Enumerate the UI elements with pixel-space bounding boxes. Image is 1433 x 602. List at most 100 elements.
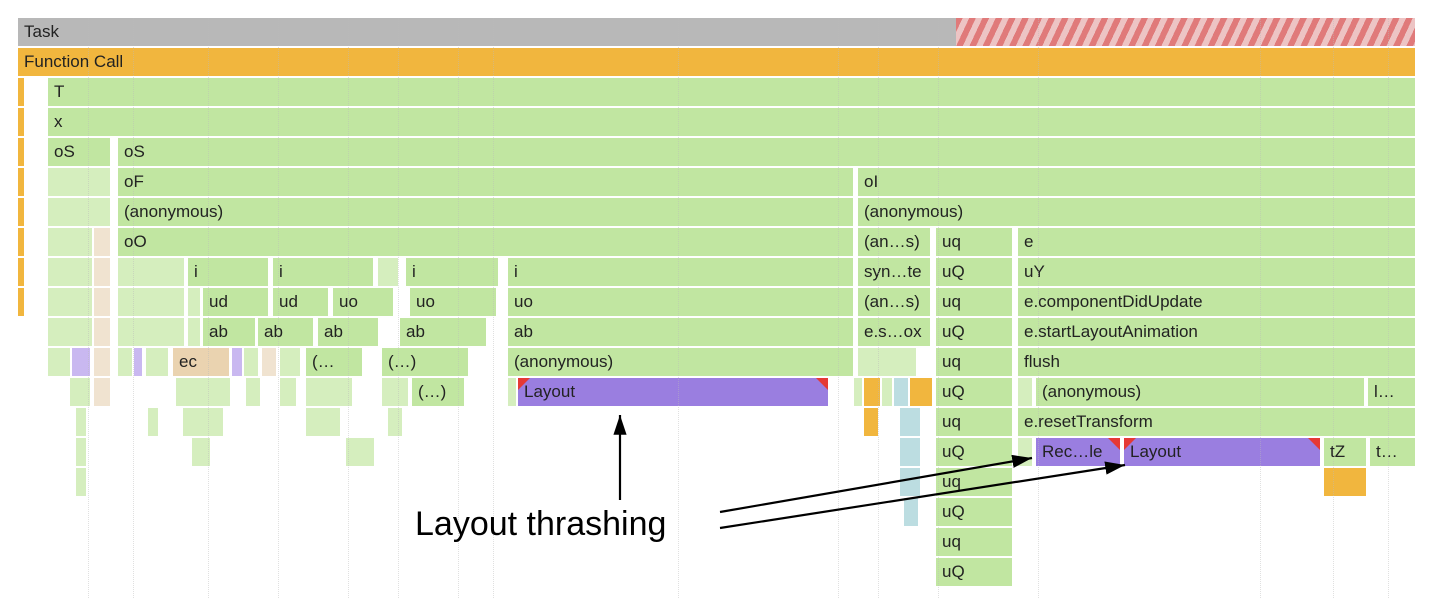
frame-tZ[interactable]: tZ <box>1324 438 1366 466</box>
frame-pad-6 <box>48 198 110 226</box>
frame-pad-10b2 <box>188 318 200 346</box>
frame-uq-1[interactable]: uq <box>936 228 1012 256</box>
frame-uq-5[interactable]: uq <box>936 468 1012 496</box>
frame-oI[interactable]: oI <box>858 168 1415 196</box>
frame-tick-5 <box>18 198 24 226</box>
frame-oS-b[interactable]: oS <box>118 138 1415 166</box>
frame-paren-c[interactable]: (…) <box>412 378 464 406</box>
frame-pad-9b <box>118 288 184 316</box>
frame-pad-8a <box>48 258 92 286</box>
frame-paren-a[interactable]: (… <box>306 348 362 376</box>
frame-anon-b[interactable]: (anonymous) <box>858 198 1415 226</box>
frame-uq-3[interactable]: uq <box>936 348 1012 376</box>
frame-pad-11f <box>858 348 916 376</box>
frame-an-s[interactable]: (an…s) <box>858 228 930 256</box>
frame-pad-12a <box>70 378 90 406</box>
frame-pad-9a <box>48 288 92 316</box>
frame-uo-b[interactable]: uo <box>410 288 496 316</box>
frame-ab-d[interactable]: ab <box>400 318 486 346</box>
frame-pad-14a <box>76 438 86 466</box>
frame-pad-11d <box>244 348 258 376</box>
frame-tick-8 <box>18 288 24 316</box>
frame-componentDidUpdate[interactable]: e.componentDidUpdate <box>1018 288 1415 316</box>
frame-ab-b[interactable]: ab <box>258 318 313 346</box>
frame-anon-c[interactable]: (anonymous) <box>508 348 853 376</box>
frame-recalc-style[interactable]: Rec…le <box>1036 438 1120 466</box>
frame-blue-c <box>900 438 920 466</box>
frame-esox[interactable]: e.s…ox <box>858 318 930 346</box>
frame-purple-11c <box>232 348 242 376</box>
frame-pad-14d <box>1018 438 1032 466</box>
frame-orange-c <box>864 408 878 436</box>
frame-uY[interactable]: uY <box>1018 258 1415 286</box>
frame-blue-b <box>900 408 920 436</box>
frame-uq-4[interactable]: uq <box>936 408 1012 436</box>
frame-T[interactable]: T <box>48 78 1415 106</box>
frame-an-s-2[interactable]: (an…s) <box>858 288 930 316</box>
function-call-bar[interactable]: Function Call <box>18 48 1415 76</box>
frame-purple-11a <box>72 348 90 376</box>
frame-tick-7 <box>18 258 24 286</box>
frame-l-ellipsis[interactable]: l… <box>1368 378 1415 406</box>
frame-tan-11 <box>94 348 110 376</box>
frame-uQ-3[interactable]: uQ <box>936 378 1012 406</box>
frame-anon-d[interactable]: (anonymous) <box>1036 378 1364 406</box>
frame-paren-b[interactable]: (…) <box>382 348 468 376</box>
frame-tick-6 <box>18 228 24 256</box>
frame-tan-8 <box>94 258 110 286</box>
frame-startLayoutAnimation[interactable]: e.startLayoutAnimation <box>1018 318 1415 346</box>
long-task-indicator <box>956 18 1415 46</box>
frame-i-d[interactable]: i <box>508 258 853 286</box>
frame-pad-13a <box>76 408 86 436</box>
frame-layout-2[interactable]: Layout <box>1124 438 1320 466</box>
frame-i-c[interactable]: i <box>406 258 498 286</box>
frame-ab-e[interactable]: ab <box>508 318 853 346</box>
frame-i-b[interactable]: i <box>273 258 373 286</box>
frame-tan-10 <box>94 318 110 346</box>
frame-ab-a[interactable]: ab <box>203 318 255 346</box>
frame-blue-d <box>900 468 920 496</box>
frame-e[interactable]: e <box>1018 228 1415 256</box>
frame-i-a[interactable]: i <box>188 258 268 286</box>
frame-uq-6[interactable]: uq <box>936 528 1012 556</box>
frame-pad-10a <box>48 318 92 346</box>
frame-pad-11b <box>118 348 132 376</box>
frame-uQ-1[interactable]: uQ <box>936 258 1012 286</box>
frame-pad-10b <box>118 318 184 346</box>
frame-resetTransform[interactable]: e.resetTransform <box>1018 408 1415 436</box>
frame-ud-a[interactable]: ud <box>203 288 268 316</box>
frame-oF[interactable]: oF <box>118 168 853 196</box>
frame-uQ-6[interactable]: uQ <box>936 558 1012 586</box>
frame-ud-b[interactable]: ud <box>273 288 328 316</box>
frame-pad-13e <box>388 408 402 436</box>
frame-pad-14b <box>192 438 210 466</box>
frame-uo-c[interactable]: uo <box>508 288 853 316</box>
frame-pad-14c <box>346 438 374 466</box>
frame-pad-12g <box>508 378 516 406</box>
frame-ec[interactable]: ec <box>173 348 229 376</box>
frame-tan-12 <box>94 378 110 406</box>
frame-tick-1 <box>18 78 24 106</box>
frame-syn[interactable]: syn…te <box>858 258 930 286</box>
frame-uo-a[interactable]: uo <box>333 288 393 316</box>
frame-oO[interactable]: oO <box>118 228 853 256</box>
flame-chart[interactable]: Task Function Call T x oS oS oF oI <box>18 18 1415 588</box>
frame-flush[interactable]: flush <box>1018 348 1415 376</box>
frame-uq-2[interactable]: uq <box>936 288 1012 316</box>
frame-layout-1[interactable]: Layout <box>518 378 828 406</box>
frame-x[interactable]: x <box>48 108 1415 136</box>
frame-uQ-4[interactable]: uQ <box>936 438 1012 466</box>
frame-tan-9 <box>94 288 110 316</box>
frame-pad-8b <box>118 258 184 286</box>
frame-pad-11a <box>48 348 70 376</box>
frame-uQ-5[interactable]: uQ <box>936 498 1012 526</box>
frame-tick-4 <box>18 168 24 196</box>
frame-oS-a[interactable]: oS <box>48 138 110 166</box>
frame-ab-c[interactable]: ab <box>318 318 378 346</box>
frame-orange-a <box>864 378 880 406</box>
frame-anon-a[interactable]: (anonymous) <box>118 198 853 226</box>
frame-t-ellipsis[interactable]: t… <box>1370 438 1415 466</box>
frame-orange-b <box>910 378 932 406</box>
frame-pad-13d <box>306 408 340 436</box>
frame-uQ-2[interactable]: uQ <box>936 318 1012 346</box>
